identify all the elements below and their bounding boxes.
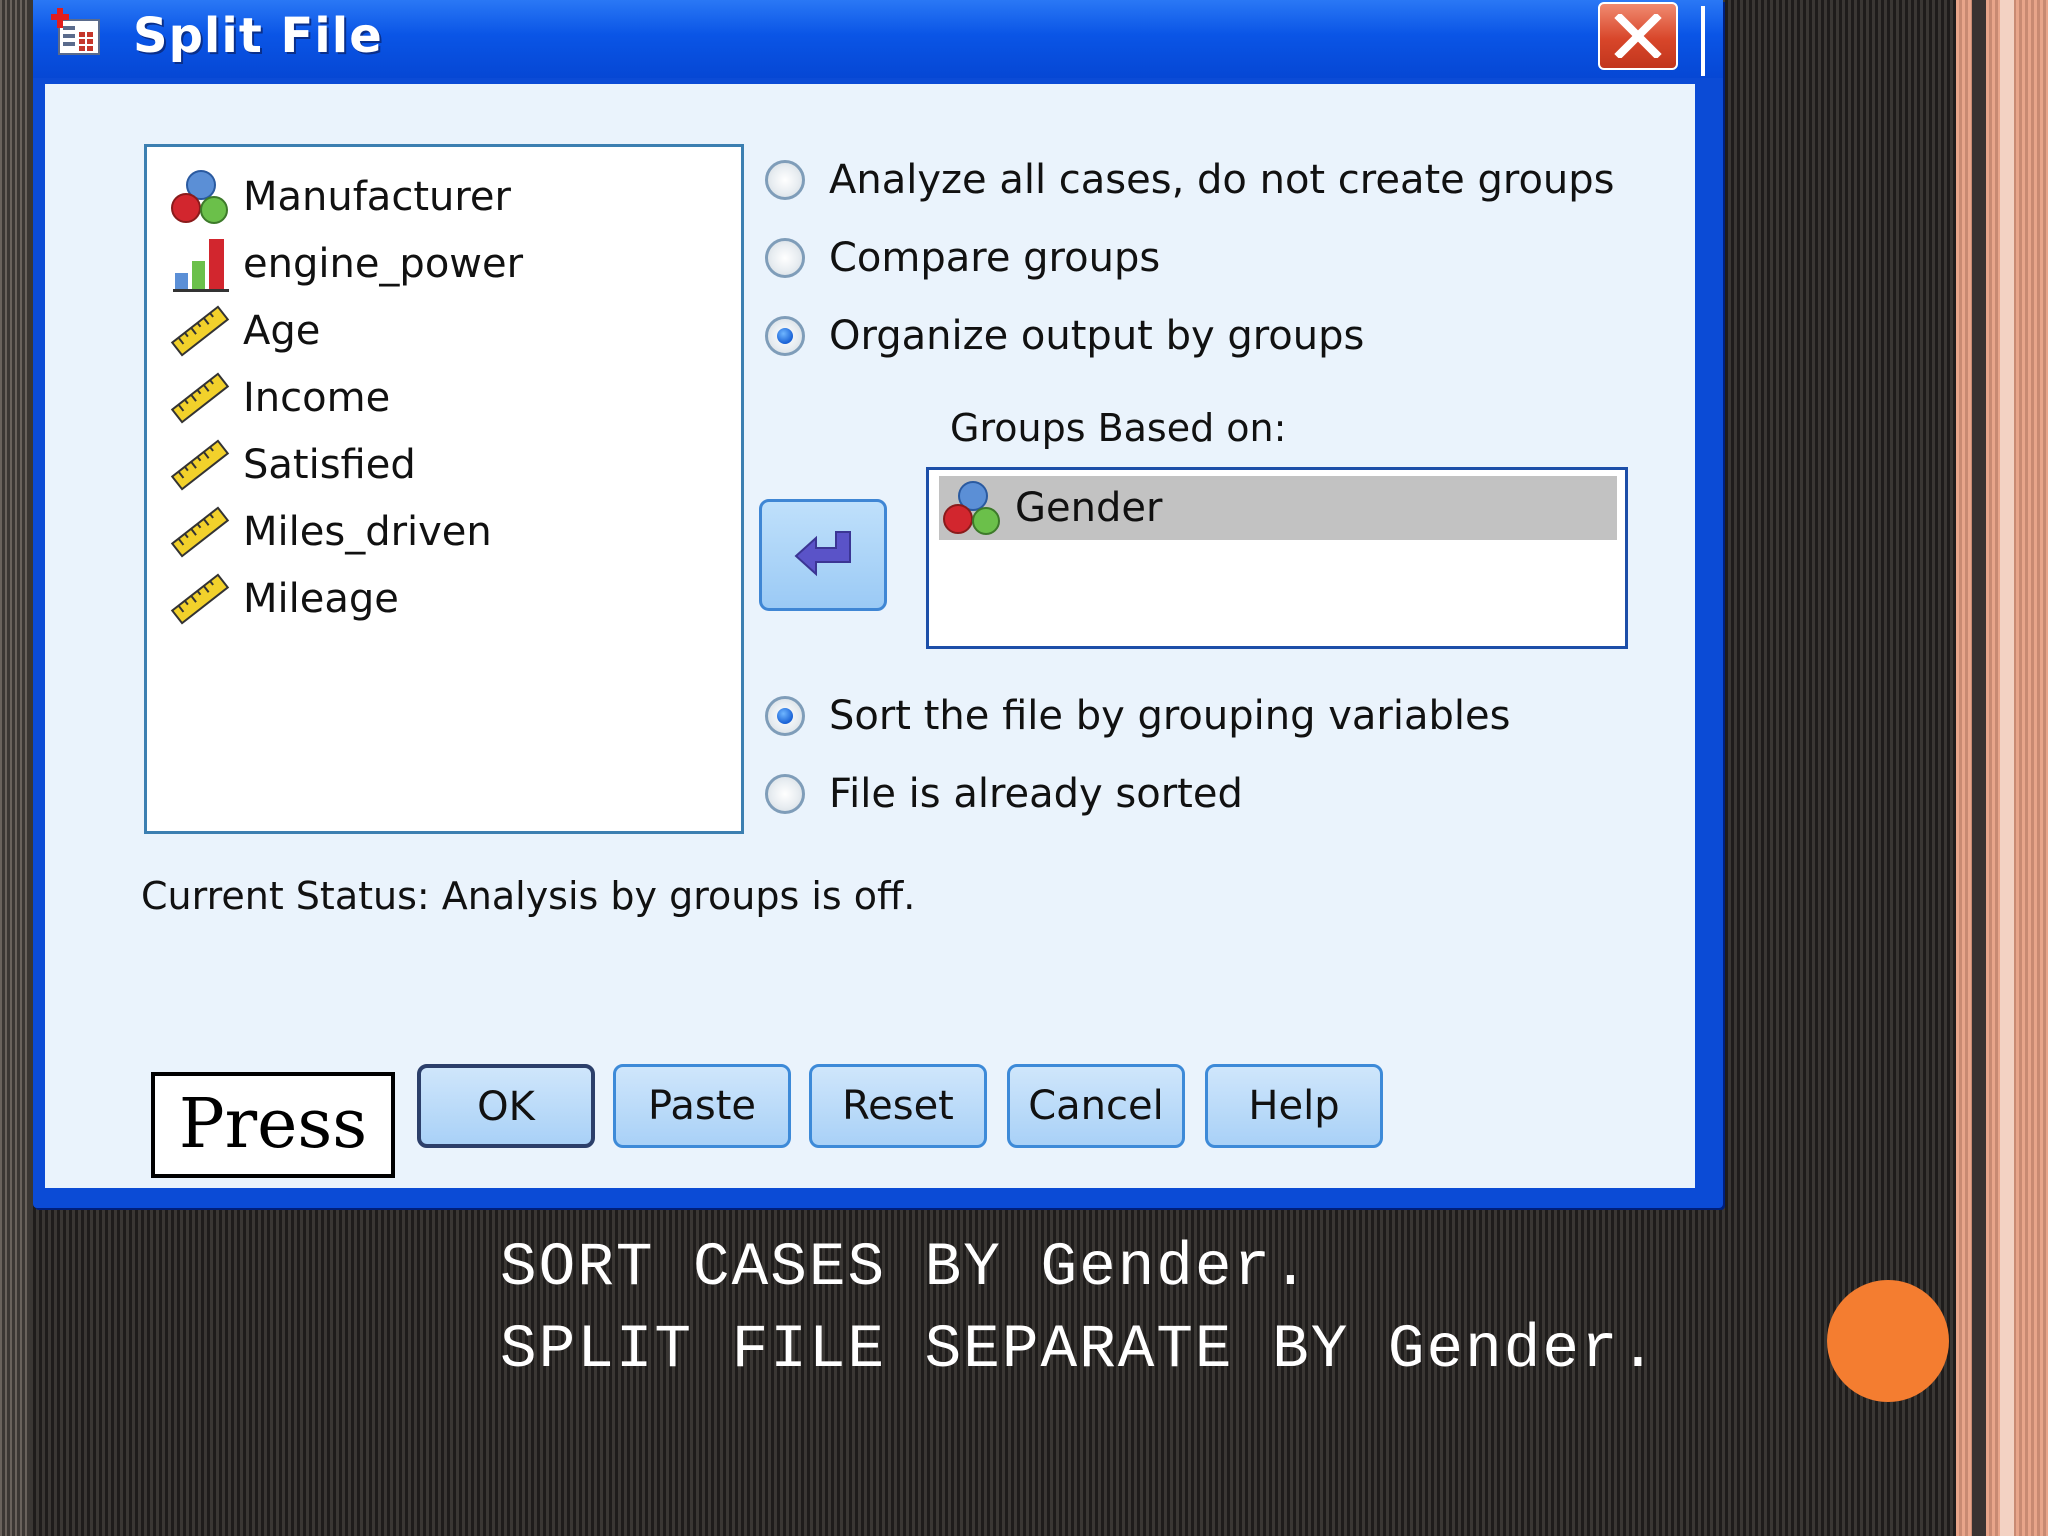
radio-label: File is already sorted (829, 771, 1243, 817)
radio-button[interactable] (765, 774, 805, 814)
radio-button-checked[interactable] (765, 316, 805, 356)
syntax-line: SPLIT FILE SEPARATE BY Gender. (500, 1316, 1659, 1385)
groups-based-on-list[interactable]: Gender (926, 467, 1628, 649)
variable-item-manufacturer[interactable]: Manufacturer (167, 167, 511, 227)
radio-label: Sort the file by grouping variables (829, 693, 1511, 739)
radio-button-checked[interactable] (765, 696, 805, 736)
radio-analyze-all-cases[interactable]: Analyze all cases, do not create groups (765, 150, 1615, 210)
variable-label: Gender (1015, 485, 1163, 531)
split-file-app-icon (51, 6, 103, 58)
variable-label: Age (243, 308, 321, 354)
ordinal-variable-icon (167, 234, 233, 294)
radio-label: Analyze all cases, do not create groups (829, 157, 1615, 203)
slide-right-border-line (1972, 0, 1986, 1536)
scale-variable-icon (167, 502, 233, 562)
radio-label: Compare groups (829, 235, 1161, 281)
press-callout: Press (151, 1072, 395, 1178)
arrow-left-icon (794, 531, 851, 577)
current-status: Current Status: Analysis by groups is of… (141, 874, 916, 918)
scale-variable-icon (167, 368, 233, 428)
scale-variable-icon (167, 301, 233, 361)
nominal-variable-icon (167, 167, 233, 227)
dialog-body: Manufacturer engine_power Age Income Sat… (45, 84, 1695, 1188)
variable-item-income[interactable]: Income (167, 368, 390, 428)
slide-right-border-line-light (2000, 0, 2014, 1536)
syntax-line: SORT CASES BY Gender. (500, 1234, 1311, 1303)
variable-item-miles-driven[interactable]: Miles_driven (167, 502, 492, 562)
ok-button[interactable]: OK (417, 1064, 595, 1148)
radio-button[interactable] (765, 160, 805, 200)
radio-organize-output-by-groups[interactable]: Organize output by groups (765, 306, 1364, 366)
variable-item-engine-power[interactable]: engine_power (167, 234, 523, 294)
variable-list[interactable]: Manufacturer engine_power Age Income Sat… (144, 144, 744, 834)
variable-label: Satisfied (243, 442, 416, 488)
group-item-gender[interactable]: Gender (939, 476, 1617, 540)
close-icon (1614, 14, 1662, 58)
scale-variable-icon (167, 435, 233, 495)
cancel-button[interactable]: Cancel (1007, 1064, 1185, 1148)
scale-variable-icon (167, 569, 233, 629)
slide-left-strip (0, 0, 30, 1536)
title-bar-separator (1701, 6, 1705, 76)
radio-label: Organize output by groups (829, 313, 1365, 359)
radio-file-already-sorted[interactable]: File is already sorted (765, 764, 1243, 824)
radio-button[interactable] (765, 238, 805, 278)
variable-label: Manufacturer (243, 174, 511, 220)
close-button[interactable] (1598, 2, 1678, 70)
move-variable-button[interactable] (759, 499, 887, 611)
paste-button[interactable]: Paste (613, 1064, 791, 1148)
variable-item-mileage[interactable]: Mileage (167, 569, 399, 629)
radio-sort-file[interactable]: Sort the file by grouping variables (765, 686, 1510, 746)
groups-based-on-label: Groups Based on: (950, 406, 1287, 450)
accent-circle (1827, 1280, 1949, 1402)
dialog-title: Split File (133, 8, 383, 64)
reset-button[interactable]: Reset (809, 1064, 987, 1148)
variable-label: Miles_driven (243, 509, 492, 555)
radio-compare-groups[interactable]: Compare groups (765, 228, 1160, 288)
variable-item-age[interactable]: Age (167, 301, 320, 361)
variable-label: Mileage (243, 576, 399, 622)
spss-syntax: SORT CASES BY Gender. SPLIT FILE SEPARATE… (500, 1228, 1658, 1392)
variable-label: Income (243, 375, 391, 421)
nominal-variable-icon (939, 478, 1005, 538)
variable-item-satisfied[interactable]: Satisfied (167, 435, 416, 495)
variable-label: engine_power (243, 241, 524, 287)
split-file-dialog: Split File Manufacturer engine_power Age… (33, 0, 1723, 1208)
title-bar[interactable]: Split File (33, 0, 1723, 78)
help-button[interactable]: Help (1205, 1064, 1383, 1148)
